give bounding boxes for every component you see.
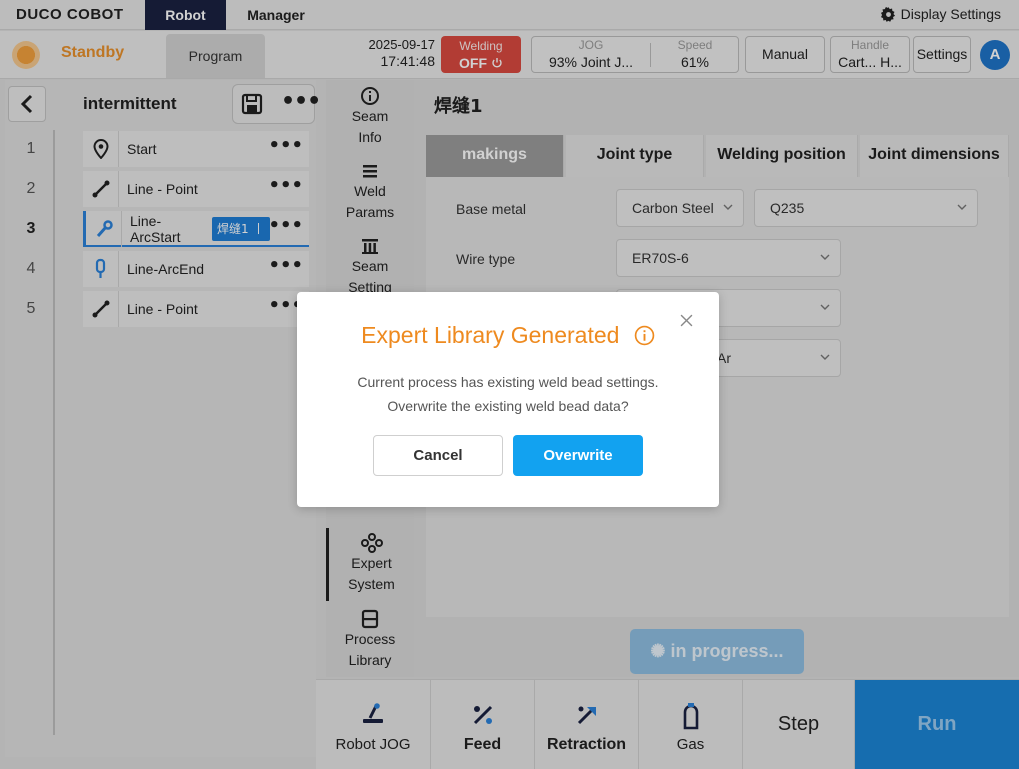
dialog-message-line1: Current process has existing weld bead s… — [357, 374, 659, 390]
dialog-message-line2: Overwrite the existing weld bead data? — [387, 398, 629, 414]
cancel-button[interactable]: Cancel — [373, 435, 503, 476]
dialog-title: Expert Library Generated — [361, 322, 620, 348]
close-icon[interactable] — [680, 314, 693, 327]
info-icon — [634, 325, 655, 346]
overwrite-button[interactable]: Overwrite — [513, 435, 643, 476]
expert-library-dialog: Expert Library Generated Current process… — [297, 292, 719, 507]
